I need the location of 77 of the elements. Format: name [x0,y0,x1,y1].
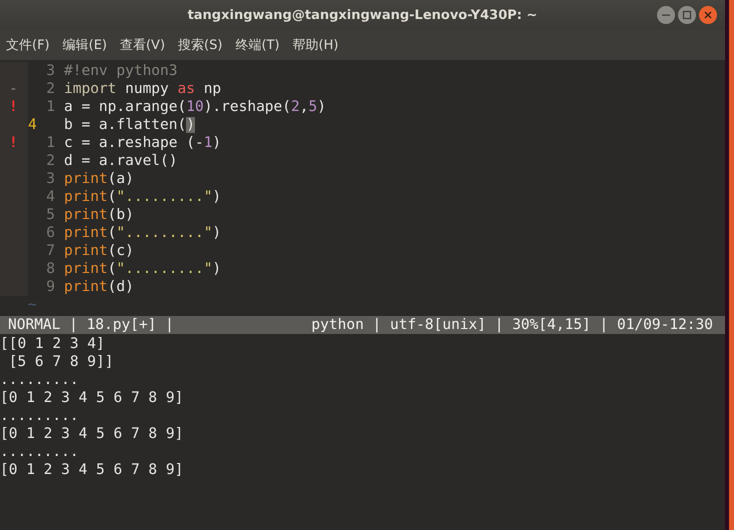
code-text: c = a.reshape (- [64,135,204,151]
code-number: 1 [204,135,212,151]
output-line: [[0 1 2 3 4] [0,335,106,353]
sign-mark: ! [9,134,18,152]
code-function: print [64,225,108,241]
code-number: 10 [186,99,204,115]
close-icon [703,10,713,20]
sign-mark: ! [9,98,18,116]
menu-item[interactable]: 搜索(S) [178,36,222,54]
code-text: , [300,99,308,115]
line-number: 4 [46,189,55,205]
line-number: 2 [46,81,55,97]
code-text: ) [212,135,222,151]
code-text: (c) [108,243,134,259]
code-function: print [64,243,108,259]
empty-line-marker: ~ [27,296,37,314]
output-line: [0 1 2 3 4 5 6 7 8 9] [0,425,184,443]
code-function: print [64,207,108,223]
line-number: 2 [46,153,55,169]
menu-item[interactable]: 查看(V) [120,36,166,54]
code-text: (d) [108,279,134,295]
code-string: "........." [116,225,212,241]
code-text: np [202,81,222,97]
output-line: ......... [0,443,80,461]
status-left: NORMAL | 18.py[+] | [8,316,174,334]
output-line: [0 1 2 3 4 5 6 7 8 9] [0,461,184,479]
menu-item[interactable]: 终端(T) [235,36,280,54]
code-text: d = a.ravel() [64,153,178,169]
code-text: (b) [108,207,134,223]
code-number: 5 [308,99,318,115]
menu-item[interactable]: 文件(F) [6,36,50,54]
code-keyword: import [64,81,116,97]
code-text: a = np.arange( [64,99,186,115]
code-comment: #!env python3 [64,63,178,79]
code-text: ( [108,189,116,205]
close-button[interactable] [699,6,717,24]
sign-mark: - [9,80,18,98]
line-number: 1 [46,135,55,151]
text-cursor: ) [186,117,195,133]
code-text: ).reshape( [204,99,291,115]
code-keyword: as [178,81,195,97]
window-title: tangxingwang@tangxingwang-Lenovo-Y430P: ~ [188,8,538,22]
line-number: 1 [46,99,55,115]
code-text: ) [317,99,326,115]
output-line: ......... [0,407,80,425]
code-number: 2 [291,99,300,115]
output-line: [5 6 7 8 9]] [8,353,114,371]
line-number: 8 [46,261,55,277]
line-number: 5 [46,207,55,223]
minimize-button[interactable] [657,6,675,24]
code-string: "........." [116,261,212,277]
menu-item[interactable]: 帮助(H) [292,36,338,54]
code-function: print [64,171,108,187]
code-string: "........." [116,189,212,205]
output-line: ......... [0,371,80,389]
line-number: 4 [28,117,37,133]
code-text: b = a.flatten( [64,117,186,133]
line-number: 3 [46,63,55,79]
code-function: print [64,279,108,295]
code-function: print [64,189,108,205]
line-number: 6 [46,225,55,241]
maximize-icon [682,10,692,20]
code-text: ) [212,225,222,241]
code-text: (a) [108,171,134,187]
code-function: print [64,261,108,277]
code-text: ( [108,225,116,241]
code-text: numpy [124,81,170,97]
code-text: ) [212,261,222,277]
status-right: python | utf-8[unix] | 30%[4,15] | 01/09-12:30 [311,316,713,334]
maximize-button[interactable] [678,6,696,24]
code-text: ) [212,189,222,205]
menu-item[interactable]: 编辑(E) [62,36,107,54]
line-number: 9 [46,279,55,295]
line-number: 7 [46,243,55,259]
code-text: ( [108,261,116,277]
output-line: [0 1 2 3 4 5 6 7 8 9] [0,389,184,407]
line-number: 3 [46,171,55,187]
